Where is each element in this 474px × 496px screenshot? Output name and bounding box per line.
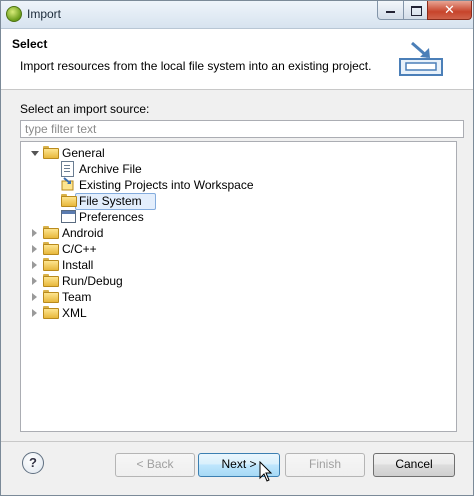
- folder-icon: [61, 194, 77, 207]
- filter-input[interactable]: [20, 120, 464, 138]
- window-title: Import: [27, 7, 62, 21]
- maximize-button[interactable]: [403, 1, 429, 20]
- maximize-icon: [411, 6, 422, 16]
- finish-button[interactable]: Finish: [285, 453, 365, 477]
- expand-arrow-icon[interactable]: [32, 245, 37, 253]
- tree-item-label: Team: [62, 290, 92, 304]
- folder-icon: [43, 258, 59, 271]
- wizard-banner: Select Import resources from the local f…: [1, 29, 473, 90]
- preferences-icon: [61, 210, 76, 223]
- tree-item-label: Archive File: [79, 162, 142, 176]
- folder-icon: [43, 306, 59, 319]
- archive-file-icon: [61, 161, 74, 177]
- expand-arrow-icon[interactable]: [32, 261, 37, 269]
- cancel-button[interactable]: Cancel: [373, 453, 455, 477]
- tree-item-label: General: [62, 146, 105, 160]
- tree-item-label: Existing Projects into Workspace: [79, 178, 254, 192]
- tree-item-label: Install: [62, 258, 94, 272]
- title-bar[interactable]: Import ✕: [1, 1, 473, 29]
- project-icon: [61, 177, 74, 191]
- minimize-button[interactable]: [377, 1, 405, 20]
- wizard-page-title: Select: [12, 37, 48, 51]
- import-source-label: Select an import source:: [20, 102, 150, 116]
- help-icon: ?: [29, 455, 37, 470]
- close-button[interactable]: ✕: [427, 1, 472, 20]
- eclipse-icon: [6, 6, 22, 22]
- expand-arrow-icon[interactable]: [32, 277, 37, 285]
- import-source-tree[interactable]: General Archive File Existing Projects i…: [20, 141, 457, 432]
- collapse-arrow-icon[interactable]: [31, 151, 39, 156]
- expand-arrow-icon[interactable]: [32, 229, 37, 237]
- import-dialog: Import ✕ Select Import resources from th…: [0, 0, 474, 496]
- folder-icon: [43, 242, 59, 255]
- folder-icon: [43, 226, 59, 239]
- minimize-icon: [386, 11, 395, 13]
- footer-divider: [1, 441, 473, 442]
- expand-arrow-icon[interactable]: [32, 293, 37, 301]
- close-icon: ✕: [444, 2, 455, 17]
- wizard-page-description: Import resources from the local file sys…: [20, 59, 372, 73]
- expand-arrow-icon[interactable]: [32, 309, 37, 317]
- import-wizard-icon: [399, 41, 443, 76]
- mouse-pointer-icon: [259, 461, 273, 482]
- tree-item-label: Run/Debug: [62, 274, 123, 288]
- back-button[interactable]: < Back: [115, 453, 195, 477]
- tree-item-label: Android: [62, 226, 104, 240]
- folder-icon: [43, 290, 59, 303]
- folder-icon: [43, 274, 59, 287]
- folder-icon: [43, 146, 59, 159]
- tree-item-label: File System: [79, 194, 142, 208]
- tree-item-label: C/C++: [62, 242, 97, 256]
- tree-item-label: XML: [62, 306, 87, 320]
- help-button[interactable]: ?: [22, 452, 44, 474]
- tree-item-label: Preferences: [79, 210, 144, 224]
